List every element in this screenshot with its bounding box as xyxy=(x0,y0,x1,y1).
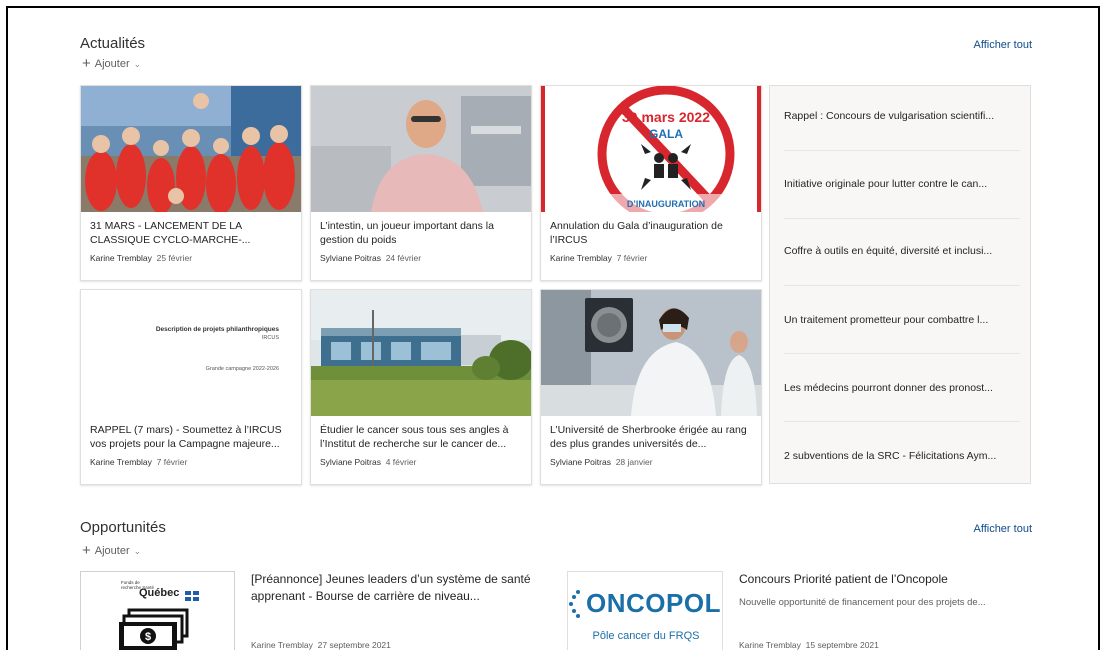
news-card-title: L’intestin, un joueur important dans la … xyxy=(320,220,494,246)
news-card-meta: Karine Tremblay 7 février xyxy=(90,457,187,467)
news-card-meta: Karine Tremblay 25 février xyxy=(90,253,192,263)
chevron-down-icon: ⌄ xyxy=(133,545,142,556)
plus-icon: + xyxy=(82,55,91,72)
opportunities-view-all-link[interactable]: Afficher tout xyxy=(974,523,1033,535)
news-card-author: Karine Tremblay xyxy=(90,253,152,263)
opportunity-author: Karine Tremblay xyxy=(739,640,801,650)
cyclists-group-image xyxy=(81,86,301,212)
doc-campaign: Grande campagne 2022-2026 xyxy=(205,366,279,372)
news-card-author: Sylviane Poitras xyxy=(320,253,381,263)
dollar-symbol: $ xyxy=(145,631,151,643)
opportunities-add-button[interactable]: + Ajouter ⌄ xyxy=(82,542,142,559)
news-add-label: Ajouter xyxy=(94,58,130,70)
news-list-item[interactable]: Initiative originale pour lutter contre … xyxy=(784,178,1020,190)
opportunity-date: 27 septembre 2021 xyxy=(317,640,391,650)
news-list-item[interactable]: Coffre à outils en équité, diversité et … xyxy=(784,245,1020,257)
divider xyxy=(784,353,1020,354)
news-card-date: 25 février xyxy=(156,253,193,263)
news-card-meta: Karine Tremblay 7 février xyxy=(550,253,647,263)
oncopole-logo-subtitle: Pôle cancer du FRQS xyxy=(592,630,700,642)
opportunities-add-label: Ajouter xyxy=(94,545,130,557)
doc-heading: Description de projets philanthropiques xyxy=(155,326,279,333)
news-card-date: 7 février xyxy=(156,457,188,467)
news-card-author: Karine Tremblay xyxy=(90,457,152,467)
news-card-title: 31 MARS - LANCEMENT DE LA CLASSIQUE CYCL… xyxy=(90,220,251,246)
gala-caption-text: D’INAUGURATION xyxy=(627,199,705,209)
news-list-item[interactable]: 2 subventions de la SRC - Félicitations … xyxy=(784,450,1020,462)
news-card-title: L’Université de Sherbrooke érigée au ran… xyxy=(550,424,747,450)
opportunity-title[interactable]: [Préannonce] Jeunes leaders d’un système… xyxy=(251,571,536,605)
opportunities-header: Opportunités Afficher tout xyxy=(80,519,1032,536)
institute-building-image xyxy=(311,290,531,416)
news-section-title: Actualités xyxy=(80,35,146,52)
news-card-title: Étudier le cancer sous tous ses angles à… xyxy=(320,424,509,450)
frq-logo-name: Québec xyxy=(139,587,180,599)
news-card[interactable]: L’intestin, un joueur important dans la … xyxy=(310,85,532,281)
cancelled-gala-image: 30 mars 2022 GALA D’INAUGURATION xyxy=(541,86,761,212)
divider xyxy=(784,218,1020,219)
news-list-panel: Rappel : Concours de vulgarisation scien… xyxy=(769,85,1031,484)
news-card-meta: Sylviane Poitras 28 janvier xyxy=(550,457,653,467)
opportunities-section-title: Opportunités xyxy=(80,519,166,536)
money-stack-icon: $ xyxy=(119,608,191,650)
divider xyxy=(784,421,1020,422)
plus-icon: + xyxy=(82,542,91,559)
opportunity-title[interactable]: Concours Priorité patient de l’Oncopole xyxy=(739,571,1039,588)
lab-researcher-image xyxy=(541,290,761,416)
news-list-item[interactable]: Rappel : Concours de vulgarisation scien… xyxy=(784,110,1020,122)
news-list-item[interactable]: Les médecins pourront donner des pronost… xyxy=(784,382,1020,394)
news-card[interactable]: Étudier le cancer sous tous ses angles à… xyxy=(310,289,532,485)
frq-logo-thumbnail[interactable]: Fonds de recherche Santé Québec $ xyxy=(80,571,235,650)
divider xyxy=(784,285,1020,286)
portrait-image xyxy=(311,86,531,212)
news-add-button[interactable]: + Ajouter ⌄ xyxy=(82,55,142,72)
document-cover-image: Description de projets philanthropiques … xyxy=(81,290,301,416)
news-view-all-link[interactable]: Afficher tout xyxy=(974,39,1033,51)
news-card[interactable]: 30 mars 2022 GALA D’INAUGURATION Annulat… xyxy=(540,85,762,281)
gala-date-text: 30 mars 2022 xyxy=(622,109,710,125)
news-card-author: Sylviane Poitras xyxy=(320,457,381,467)
opportunity-author: Karine Tremblay xyxy=(251,640,313,650)
news-card-title: Annulation du Gala d’inauguration de l’I… xyxy=(550,220,723,246)
news-card[interactable]: 31 MARS - LANCEMENT DE LA CLASSIQUE CYCL… xyxy=(80,85,302,281)
news-card-date: 24 février xyxy=(385,253,422,263)
news-card-author: Sylviane Poitras xyxy=(550,457,611,467)
quebec-flag-icon xyxy=(185,588,199,601)
news-card-date: 28 janvier xyxy=(615,457,653,467)
news-card-title: RAPPEL (7 mars) - Soumettez à l’IRCUS vo… xyxy=(90,424,282,450)
opportunity-meta: Karine Tremblay 15 septembre 2021 xyxy=(739,640,879,650)
news-card-meta: Sylviane Poitras 24 février xyxy=(320,253,421,263)
news-card-date: 4 février xyxy=(385,457,417,467)
opportunity-description: Nouvelle opportunité de financement pour… xyxy=(739,597,986,608)
news-list-item[interactable]: Un traitement prometteur pour combattre … xyxy=(784,314,1020,326)
doc-org: IRCUS xyxy=(261,335,279,341)
oncopole-logo-thumbnail[interactable]: ONCOPOL Pôle cancer du FRQS xyxy=(567,571,723,650)
news-card-date: 7 février xyxy=(616,253,648,263)
news-card[interactable]: Description de projets philanthropiques … xyxy=(80,289,302,485)
gala-event-text: GALA xyxy=(649,127,683,141)
news-header: Actualités Afficher tout xyxy=(80,35,1032,52)
news-card[interactable]: L’Université de Sherbrooke érigée au ran… xyxy=(540,289,762,485)
opportunity-date: 15 septembre 2021 xyxy=(805,640,879,650)
news-card-author: Karine Tremblay xyxy=(550,253,612,263)
divider xyxy=(784,150,1020,151)
opportunity-meta: Karine Tremblay 27 septembre 2021 xyxy=(251,640,391,650)
chevron-down-icon: ⌄ xyxy=(133,58,142,69)
oncopole-logo-name: ONCOPOL xyxy=(586,588,721,618)
news-card-meta: Sylviane Poitras 4 février xyxy=(320,457,416,467)
